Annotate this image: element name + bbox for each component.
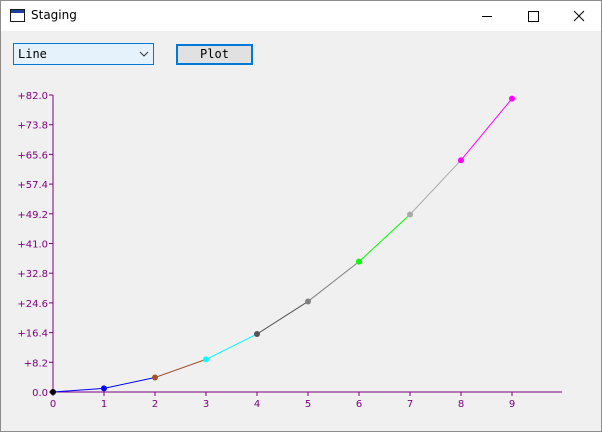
close-button[interactable] [556,1,601,31]
y-tick-label: 0.0 [32,388,48,399]
data-point [356,258,362,265]
series-line-segment [409,159,462,215]
y-tick-label: +8.2 [24,358,48,369]
minimize-icon [482,16,492,17]
line-chart: 0.0 +8.2 +16.4 +24.6 +32.8 +41.0 +49.2 +57.4 +65… [17,91,562,410]
chart-axes: 0.0 +8.2 +16.4 +24.6 +32.8 +41.0 +49.2 +57.4 +65… [17,91,562,410]
chart-type-dropdown[interactable]: Line [13,43,154,65]
x-tick-label: 9 [509,399,515,410]
data-point [254,331,260,338]
y-tick-label: +82.0 [17,91,48,102]
data-point [509,95,515,102]
data-point [152,374,158,381]
series-line-segment [205,333,258,360]
y-tick-label: +73.8 [17,121,48,132]
data-point [101,385,107,392]
data-point [407,211,413,218]
series-line-segment [103,377,156,389]
x-tick-label: 1 [101,399,107,410]
y-tick-label: +49.2 [17,210,48,221]
chevron-down-icon [139,51,149,57]
data-point [203,356,209,363]
y-tick-label: +65.6 [17,150,48,161]
x-tick-label: 0 [50,399,56,410]
y-tick-label: +24.6 [17,299,48,310]
y-tick-label: +16.4 [17,329,48,340]
y-tick-label: +57.4 [17,180,48,191]
y-tick-label: +32.8 [17,269,48,280]
plot-button[interactable]: Plot [176,44,253,65]
data-point [458,157,464,164]
x-tick-label: 4 [254,399,260,410]
x-tick-label: 2 [152,399,158,410]
series-line-segment [256,301,309,335]
minimize-button[interactable] [464,1,510,31]
series-line-segment [460,98,513,161]
window-title: Staging [31,8,77,22]
x-tick-label: 3 [203,399,209,410]
chart-type-selected-value: Line [18,47,47,61]
close-icon [573,10,585,22]
y-tick-label: +41.0 [17,240,48,251]
maximize-icon [528,11,539,22]
data-point [50,389,56,395]
x-tick-label: 7 [407,399,413,410]
x-tick-label: 8 [458,399,464,410]
title-bar[interactable]: Staging [1,1,601,31]
x-tick-label: 6 [356,399,362,410]
chart-series [50,95,515,395]
series-line-segment [358,214,411,262]
series-line-segment [154,358,207,378]
maximize-button[interactable] [510,1,556,31]
data-point [305,298,311,305]
window-app-icon [10,9,25,22]
x-tick-label: 5 [305,399,311,410]
app-window: Staging Line Plot 0.0 +8.2 +16.4 +24.6 +32.8… [0,0,602,432]
series-line-segment [52,387,105,393]
series-line-segment [307,261,360,302]
